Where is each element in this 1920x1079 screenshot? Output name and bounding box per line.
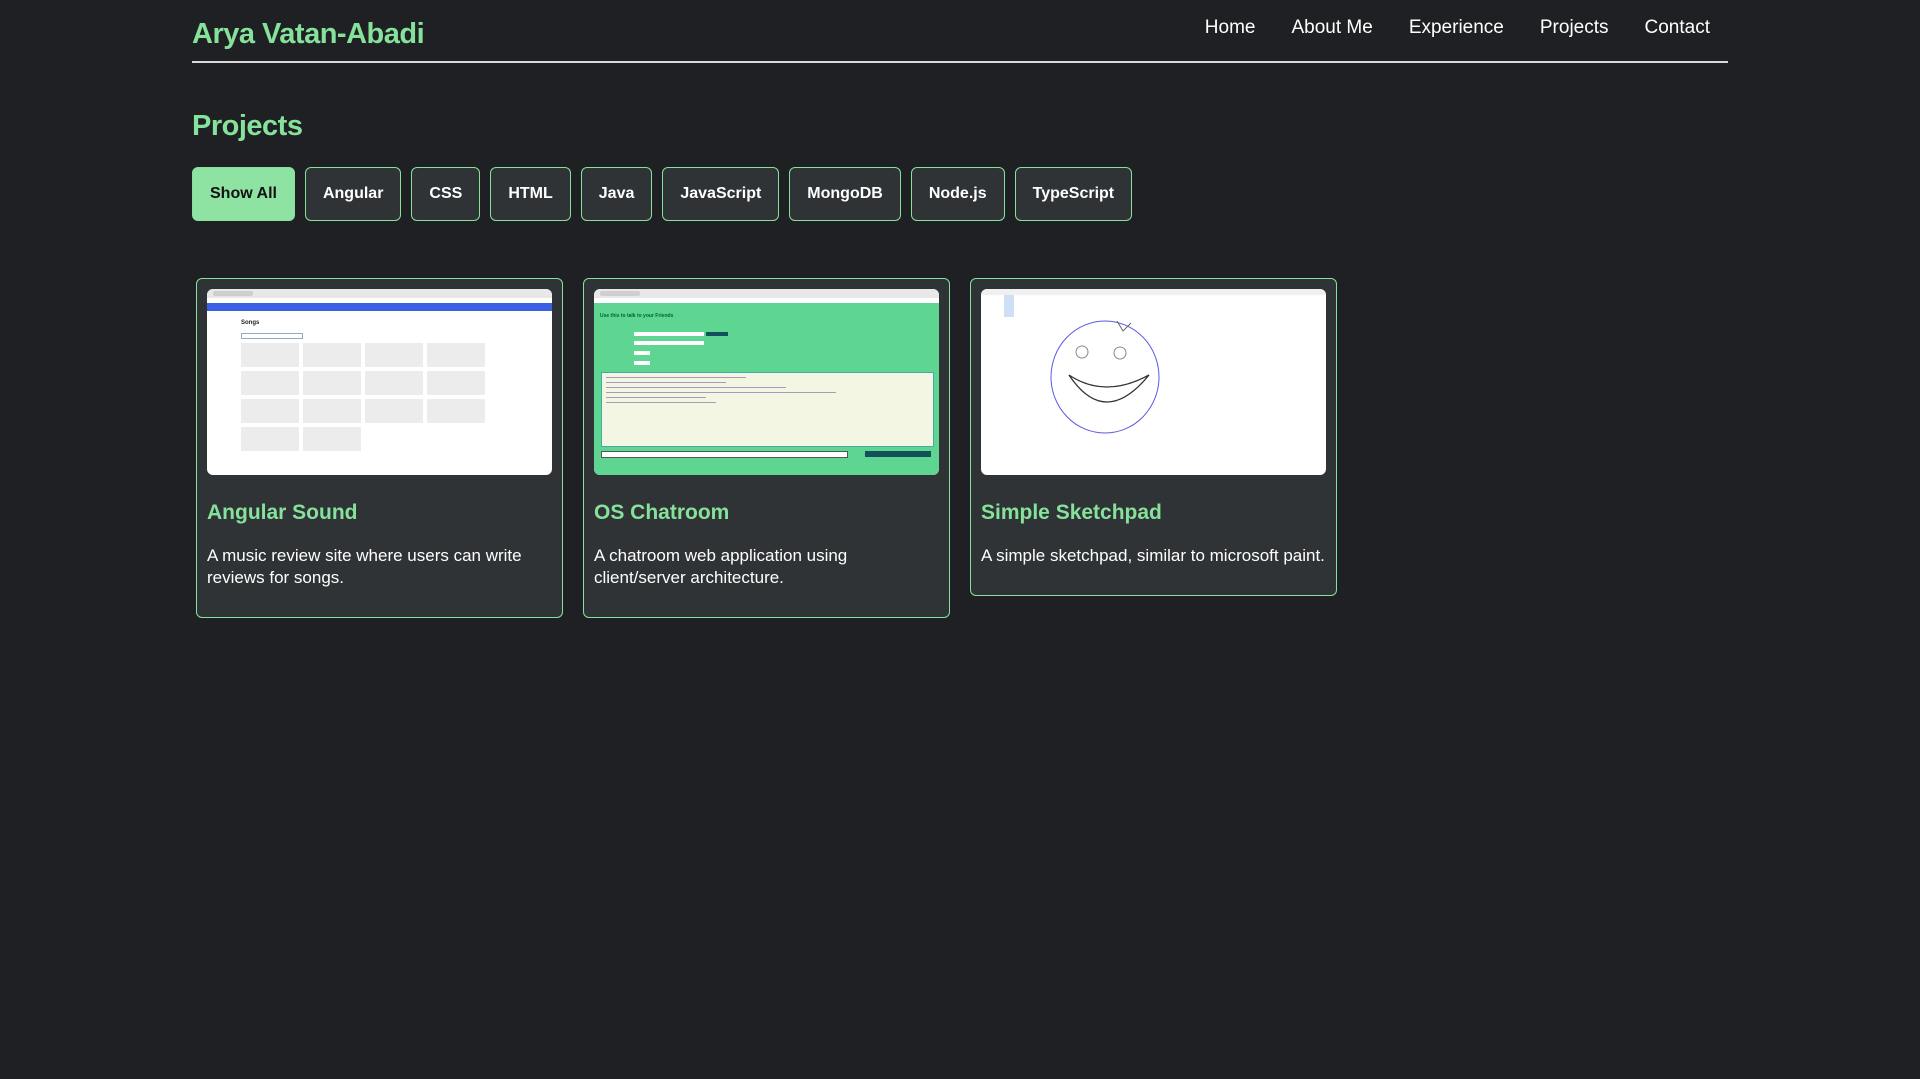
- nav-projects[interactable]: Projects: [1540, 17, 1609, 39]
- filter-javascript-button[interactable]: JavaScript: [662, 167, 780, 221]
- chat-log-preview: [601, 372, 934, 447]
- project-title[interactable]: Angular Sound: [207, 501, 552, 525]
- chat-send-preview: [865, 451, 931, 457]
- browser-bar: [594, 289, 939, 298]
- filter-mongodb-button[interactable]: MongoDB: [789, 167, 901, 221]
- filter-css-button[interactable]: CSS: [411, 167, 481, 221]
- main-nav: Home About Me Experience Projects Contac…: [1205, 17, 1710, 39]
- filter-show-all-button[interactable]: Show All: [192, 167, 295, 221]
- site-brand[interactable]: Arya Vatan-Abadi: [192, 18, 425, 51]
- chat-input-preview: [601, 451, 848, 458]
- filter-java-button[interactable]: Java: [580, 167, 653, 221]
- site-navbar-preview: [207, 303, 552, 311]
- project-cards: Songs Angular Sound A music review site …: [196, 278, 1337, 618]
- chat-heading-preview: Use this to talk to your Friends: [600, 313, 674, 319]
- filter-typescript-button[interactable]: TypeScript: [1014, 167, 1133, 221]
- project-title[interactable]: Simple Sketchpad: [981, 501, 1326, 525]
- browser-bar: [207, 289, 552, 298]
- project-description: A music review site where users can writ…: [207, 546, 522, 587]
- songs-heading-preview: Songs: [241, 320, 260, 326]
- project-description: A chatroom web application using client/…: [594, 546, 848, 587]
- filter-bar: Show All Angular CSS HTML Java JavaScrip…: [192, 167, 1133, 221]
- smiley-sketch-icon: [1050, 320, 1160, 434]
- project-card-simple-sketchpad[interactable]: Simple Sketchpad A simple sketchpad, sim…: [970, 278, 1337, 596]
- nav-experience[interactable]: Experience: [1409, 17, 1504, 39]
- songs-grid-preview: [241, 343, 491, 451]
- page-title: Projects: [192, 110, 303, 142]
- filter-angular-button[interactable]: Angular: [304, 167, 402, 221]
- project-card-angular-sound[interactable]: Songs Angular Sound A music review site …: [196, 278, 563, 618]
- page: Arya Vatan-Abadi Home About Me Experienc…: [0, 0, 1920, 1079]
- project-thumbnail[interactable]: Songs: [207, 289, 552, 475]
- project-thumbnail[interactable]: Use this to talk to your Friends: [594, 289, 939, 475]
- project-card-os-chatroom[interactable]: Use this to talk to your Friends OS Chat: [583, 278, 950, 618]
- project-description: A simple sketchpad, similar to microsoft…: [981, 546, 1325, 565]
- nav-home[interactable]: Home: [1205, 17, 1256, 39]
- nav-about-me[interactable]: About Me: [1291, 17, 1372, 39]
- site-header: Arya Vatan-Abadi Home About Me Experienc…: [192, 0, 1728, 63]
- project-title[interactable]: OS Chatroom: [594, 501, 939, 525]
- filter-nodejs-button[interactable]: Node.js: [910, 167, 1005, 221]
- search-preview: [241, 333, 303, 339]
- project-thumbnail[interactable]: [981, 289, 1326, 475]
- filter-html-button[interactable]: HTML: [490, 167, 571, 221]
- nav-contact[interactable]: Contact: [1645, 17, 1710, 39]
